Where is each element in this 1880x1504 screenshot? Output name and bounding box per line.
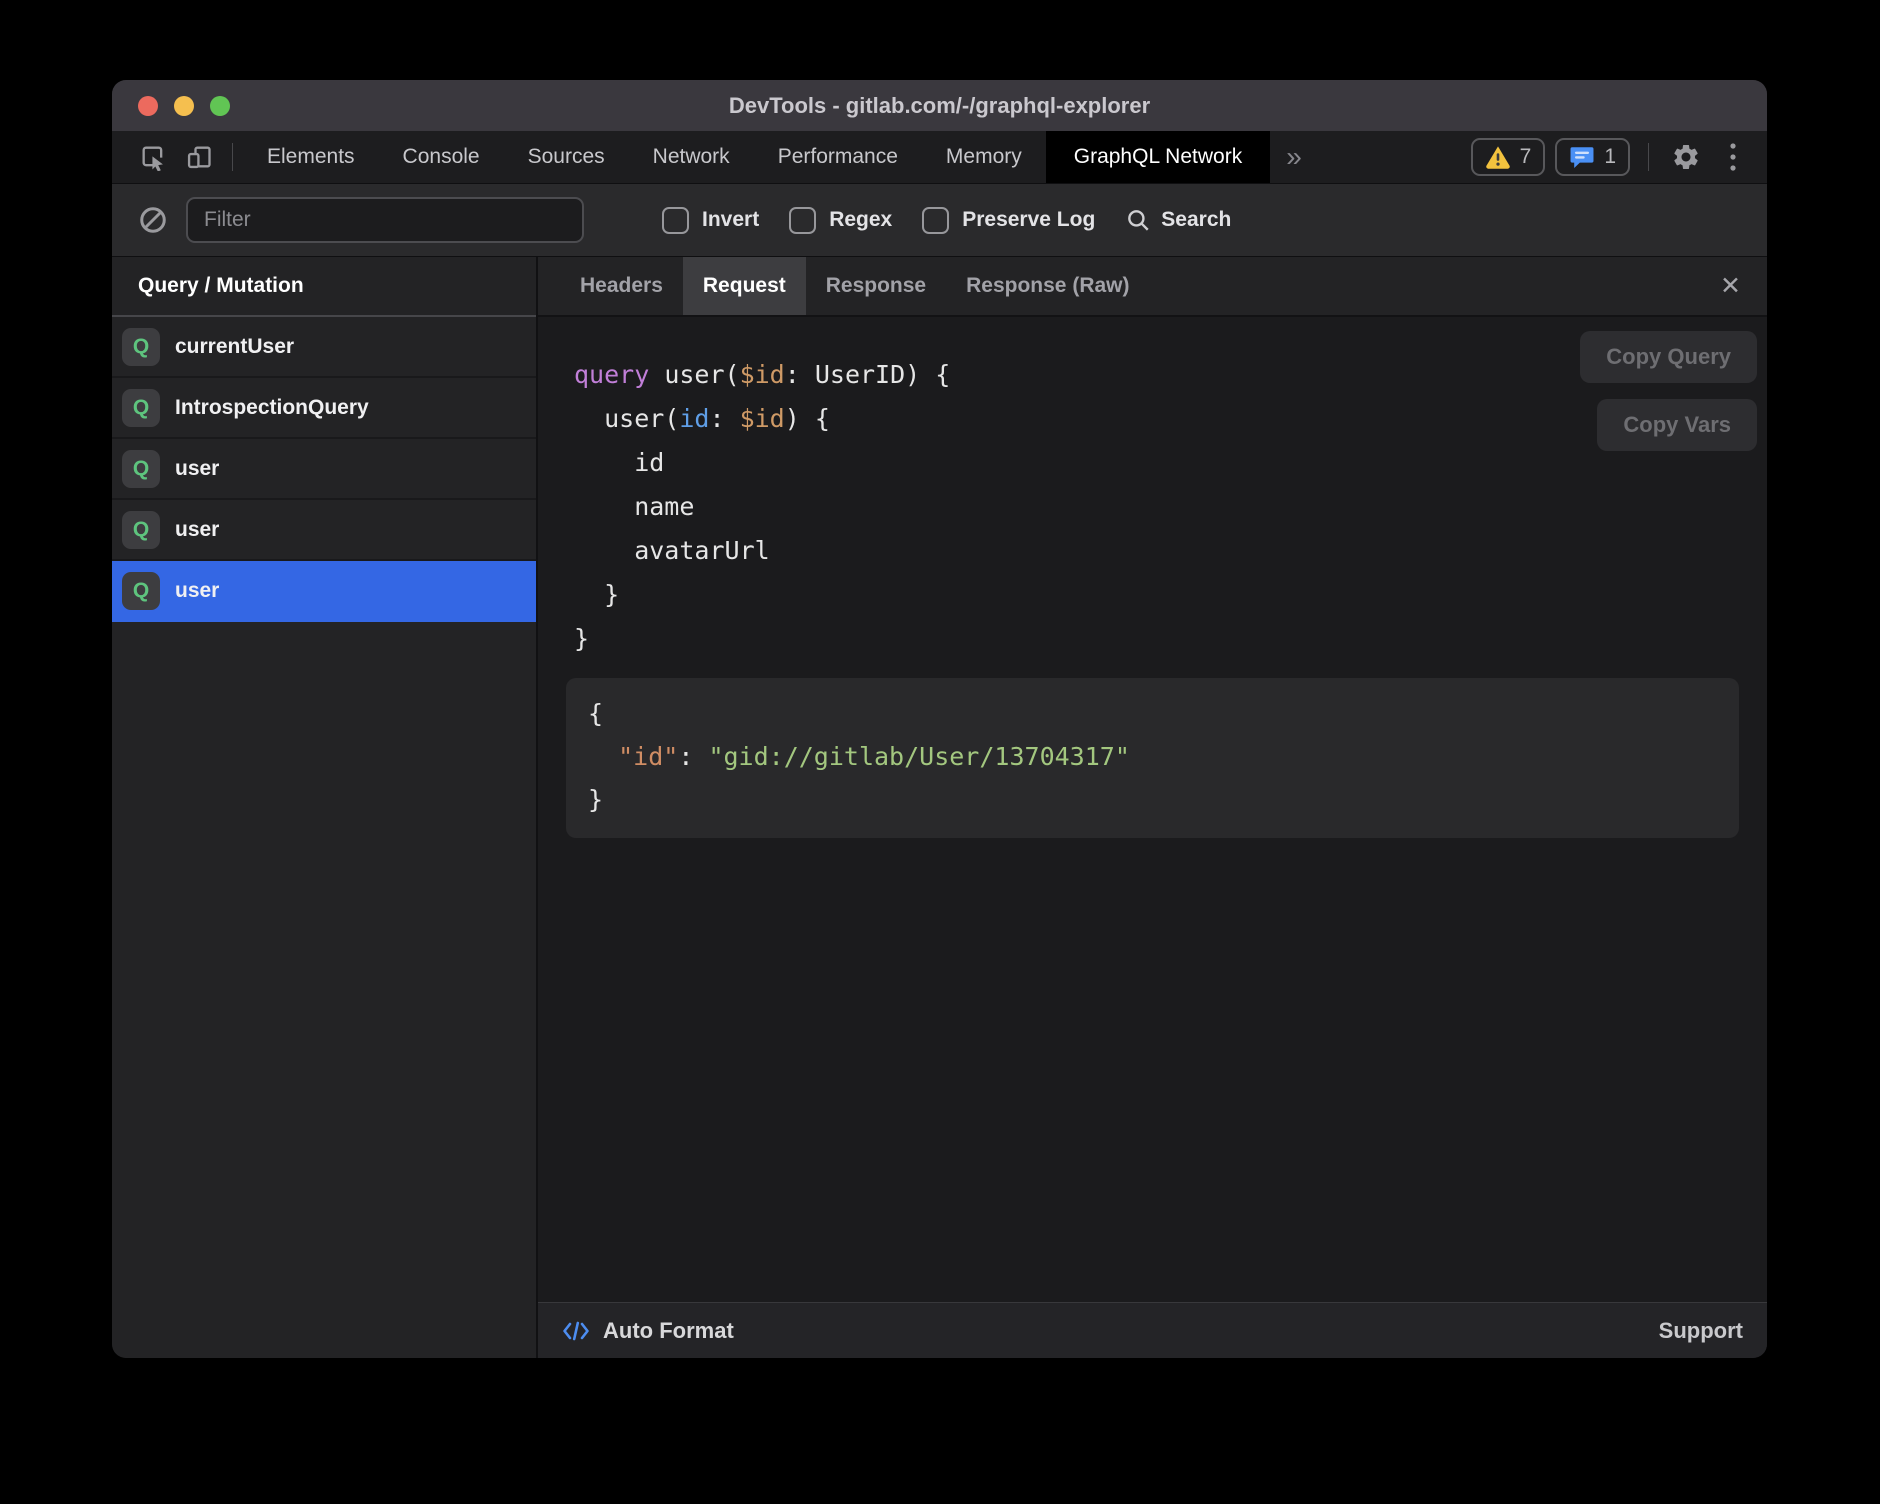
- code-line: name: [574, 485, 1767, 529]
- messages-count: 1: [1604, 145, 1616, 169]
- copy-vars-button[interactable]: Copy Vars: [1597, 399, 1757, 451]
- message-icon: [1569, 144, 1595, 170]
- support-link[interactable]: Support: [1659, 1318, 1743, 1344]
- query-type-icon: Q: [122, 389, 160, 427]
- detail-footer: Auto Format Support: [538, 1302, 1767, 1358]
- checkbox-label-regex: Regex: [829, 208, 892, 232]
- request-row-user-3[interactable]: Quser: [112, 500, 536, 561]
- graphql-variables-code: { "id": "gid://gitlab/User/13704317"}: [566, 678, 1739, 821]
- request-label: user: [175, 518, 219, 542]
- checkbox-group-invert[interactable]: Invert: [662, 207, 759, 234]
- request-tab-content: query user($id: UserID) { user(id: $id) …: [538, 317, 1767, 1302]
- request-list-header: Query / Mutation: [112, 257, 536, 317]
- toolbar-tab-network[interactable]: Network: [629, 131, 754, 183]
- minimize-window-button[interactable]: [174, 96, 194, 116]
- request-row-user-2[interactable]: Quser: [112, 439, 536, 500]
- settings-gear-icon[interactable]: [1657, 142, 1715, 172]
- filter-bar: Invert Regex Preserve Log Search: [112, 184, 1767, 257]
- more-tabs-icon[interactable]: »: [1270, 131, 1318, 183]
- zoom-window-button[interactable]: [210, 96, 230, 116]
- request-label: user: [175, 579, 219, 603]
- search-label: Search: [1161, 208, 1231, 232]
- code-line: }: [574, 573, 1767, 617]
- code-line: avatarUrl: [574, 529, 1767, 573]
- copy-query-button[interactable]: Copy Query: [1580, 331, 1757, 383]
- detail-tab-headers[interactable]: Headers: [560, 257, 683, 315]
- auto-format-button[interactable]: Auto Format: [562, 1318, 734, 1344]
- toolbar-tab-performance[interactable]: Performance: [754, 131, 922, 183]
- titlebar: DevTools - gitlab.com/-/graphql-explorer: [112, 80, 1767, 131]
- filter-input[interactable]: [186, 197, 584, 243]
- checkbox-group-regex[interactable]: Regex: [789, 207, 892, 234]
- request-row-currentuser-0[interactable]: QcurrentUser: [112, 317, 536, 378]
- request-row-user-4[interactable]: Quser: [112, 561, 536, 622]
- request-label: user: [175, 457, 219, 481]
- close-icon[interactable]: ✕: [1720, 257, 1741, 315]
- copy-buttons: Copy Query Copy Vars: [1580, 331, 1757, 451]
- toolbar-right-divider: [1648, 143, 1649, 171]
- toolbar-tab-console[interactable]: Console: [379, 131, 504, 183]
- detail-tab-request[interactable]: Request: [683, 257, 806, 315]
- query-type-icon: Q: [122, 328, 160, 366]
- request-label: IntrospectionQuery: [175, 396, 369, 420]
- request-row-introspectionquery-1[interactable]: Q IntrospectionQuery: [112, 378, 536, 439]
- window-title: DevTools - gitlab.com/-/graphql-explorer: [729, 93, 1150, 119]
- checkbox-regex[interactable]: [789, 207, 816, 234]
- search-icon: [1125, 207, 1151, 233]
- warnings-badge[interactable]: 7: [1471, 138, 1546, 176]
- warnings-count: 7: [1520, 145, 1532, 169]
- warning-icon: [1485, 145, 1511, 169]
- toolbar-tab-elements[interactable]: Elements: [243, 131, 379, 183]
- request-list: QcurrentUserQIntrospectionQueryQuserQuse…: [112, 317, 536, 622]
- devtools-window: DevTools - gitlab.com/-/graphql-explorer…: [112, 80, 1767, 1358]
- device-toolbar-icon[interactable]: [176, 131, 222, 183]
- graphql-variables-box: { "id": "gid://gitlab/User/13704317"}: [566, 678, 1739, 838]
- query-type-icon: Q: [122, 572, 160, 610]
- close-window-button[interactable]: [138, 96, 158, 116]
- kebab-menu-icon[interactable]: [1715, 141, 1751, 173]
- detail-tab-response[interactable]: Response: [806, 257, 946, 315]
- devtools-tabbar: ElementsConsoleSourcesNetworkPerformance…: [112, 131, 1767, 184]
- request-label: currentUser: [175, 335, 294, 359]
- detail-tabs: HeadersRequestResponseResponse (Raw) ✕: [538, 257, 1767, 317]
- toolbar-tab-memory[interactable]: Memory: [922, 131, 1046, 183]
- detail-tabs-list: HeadersRequestResponseResponse (Raw): [540, 257, 1150, 315]
- inspect-element-icon[interactable]: [130, 131, 176, 183]
- code-line: {: [588, 692, 1739, 735]
- query-type-icon: Q: [122, 511, 160, 549]
- auto-format-label: Auto Format: [603, 1318, 734, 1344]
- block-icon[interactable]: [138, 205, 168, 235]
- toolbar-tab-graphql-network[interactable]: GraphQL Network: [1046, 131, 1270, 183]
- toolbar-tabs: ElementsConsoleSourcesNetworkPerformance…: [243, 131, 1270, 183]
- filter-checkboxes: Invert Regex Preserve Log: [662, 207, 1095, 234]
- toolbar-right: 7 1: [1471, 131, 1767, 183]
- main-split: Query / Mutation QcurrentUserQIntrospect…: [112, 257, 1767, 1358]
- checkbox-group-preserve-log[interactable]: Preserve Log: [922, 207, 1095, 234]
- code-line: }: [574, 617, 1767, 661]
- code-format-icon: [562, 1319, 590, 1343]
- traffic-lights: [138, 80, 230, 131]
- toolbar-tab-sources[interactable]: Sources: [504, 131, 629, 183]
- checkbox-invert[interactable]: [662, 207, 689, 234]
- request-detail-panel: HeadersRequestResponseResponse (Raw) ✕ q…: [538, 257, 1767, 1358]
- checkbox-label-preserve-log: Preserve Log: [962, 208, 1095, 232]
- checkbox-preserve-log[interactable]: [922, 207, 949, 234]
- toolbar-divider: [232, 143, 233, 171]
- code-line: }: [588, 778, 1739, 821]
- search-button[interactable]: Search: [1125, 207, 1231, 233]
- messages-badge[interactable]: 1: [1555, 138, 1630, 176]
- request-list-panel: Query / Mutation QcurrentUserQIntrospect…: [112, 257, 538, 1358]
- checkbox-label-invert: Invert: [702, 208, 759, 232]
- code-line: "id": "gid://gitlab/User/13704317": [588, 735, 1739, 778]
- detail-tab-response-raw[interactable]: Response (Raw): [946, 257, 1149, 315]
- query-type-icon: Q: [122, 450, 160, 488]
